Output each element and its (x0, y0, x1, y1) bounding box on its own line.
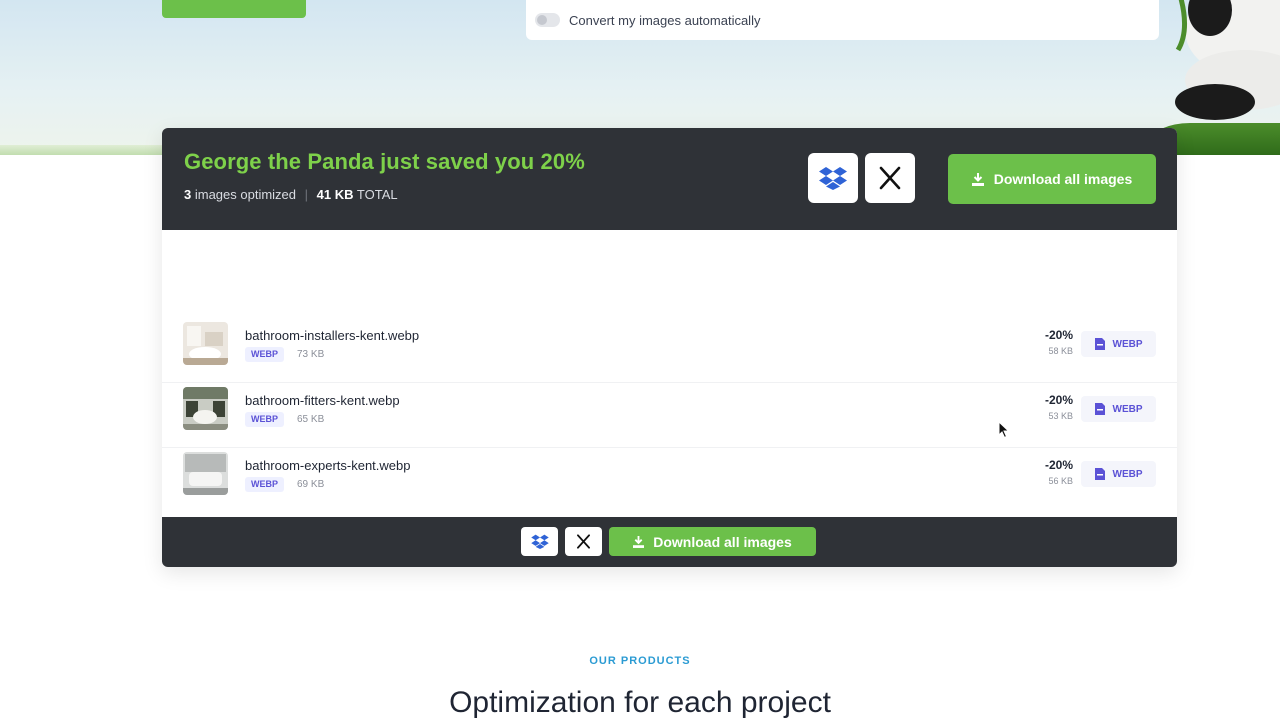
x-twitter-icon (879, 166, 901, 190)
convert-toggle-label: Convert my images automatically (569, 12, 761, 28)
download-all-label: Download all images (993, 171, 1133, 187)
new-size: 53 KB (1048, 411, 1073, 421)
image-count: 3 (184, 187, 192, 202)
download-all-button[interactable]: Download all images (948, 154, 1156, 204)
download-format-label: WEBP (1112, 403, 1143, 415)
dropbox-icon (819, 167, 847, 190)
saving-percent: -20% (1044, 393, 1073, 407)
file-icon (1094, 338, 1105, 350)
original-size: 65 KB (297, 414, 325, 425)
new-size: 56 KB (1048, 476, 1073, 486)
results-panel: George the Panda just saved you 20% 3 im… (162, 128, 1177, 567)
download-format-label: WEBP (1112, 338, 1143, 350)
file-thumbnail (183, 387, 228, 430)
file-name: bathroom-fitters-kent.webp (245, 393, 400, 408)
footer-dropbox-button[interactable] (521, 527, 558, 556)
x-twitter-icon (577, 534, 590, 549)
results-header: George the Panda just saved you 20% 3 im… (162, 128, 1177, 230)
image-count-label: images optimized (194, 187, 297, 202)
convert-toggle[interactable] (535, 13, 560, 27)
results-footer: Download all images (162, 517, 1177, 567)
file-name: bathroom-installers-kent.webp (245, 328, 420, 343)
download-file-button[interactable]: WEBP (1081, 331, 1156, 357)
file-icon (1094, 468, 1105, 480)
share-x-button[interactable] (865, 153, 915, 203)
file-thumbnail (183, 322, 228, 365)
original-size: 73 KB (297, 349, 325, 360)
cursor-icon (998, 421, 1010, 439)
saving-percent: -20% (1044, 328, 1073, 342)
download-icon (633, 535, 645, 548)
summary-separator: | (304, 187, 309, 202)
convert-options-card: Convert my images automatically (526, 0, 1159, 40)
products-eyebrow: OUR PRODUCTS (589, 655, 691, 667)
savings-title: George the Panda just saved you 20% (184, 149, 585, 174)
file-row: bathroom-installers-kent.webp WEBP 73 KB… (162, 318, 1177, 383)
format-badge: WEBP (245, 477, 284, 492)
file-row: bathroom-fitters-kent.webp WEBP 65 KB -2… (162, 383, 1177, 448)
upload-button[interactable] (162, 0, 306, 18)
dropbox-icon (530, 534, 549, 549)
file-thumbnail (183, 452, 228, 495)
file-row: bathroom-experts-kent.webp WEBP 69 KB -2… (162, 448, 1177, 513)
file-icon (1094, 403, 1105, 415)
saving-percent: -20% (1044, 458, 1073, 472)
original-size: 69 KB (297, 479, 325, 490)
panda-mascot-image (1175, 0, 1280, 120)
dropbox-button[interactable] (808, 153, 858, 203)
footer-download-all-label: Download all images (653, 533, 792, 550)
total-label: TOTAL (356, 187, 398, 202)
download-icon (971, 172, 984, 186)
download-format-label: WEBP (1112, 468, 1143, 480)
format-badge: WEBP (245, 412, 284, 427)
file-name: bathroom-experts-kent.webp (245, 458, 411, 473)
download-file-button[interactable]: WEBP (1081, 461, 1156, 487)
download-file-button[interactable]: WEBP (1081, 396, 1156, 422)
format-badge: WEBP (245, 347, 284, 362)
optimization-summary: 3 images optimized | 41 KB TOTAL (184, 187, 398, 202)
new-size: 58 KB (1048, 346, 1073, 356)
file-list: bathroom-installers-kent.webp WEBP 73 KB… (162, 318, 1177, 513)
total-size: 41 KB (316, 187, 354, 202)
footer-share-x-button[interactable] (565, 527, 602, 556)
products-title: Optimization for each project (449, 686, 831, 719)
footer-download-all-button[interactable]: Download all images (609, 527, 816, 556)
